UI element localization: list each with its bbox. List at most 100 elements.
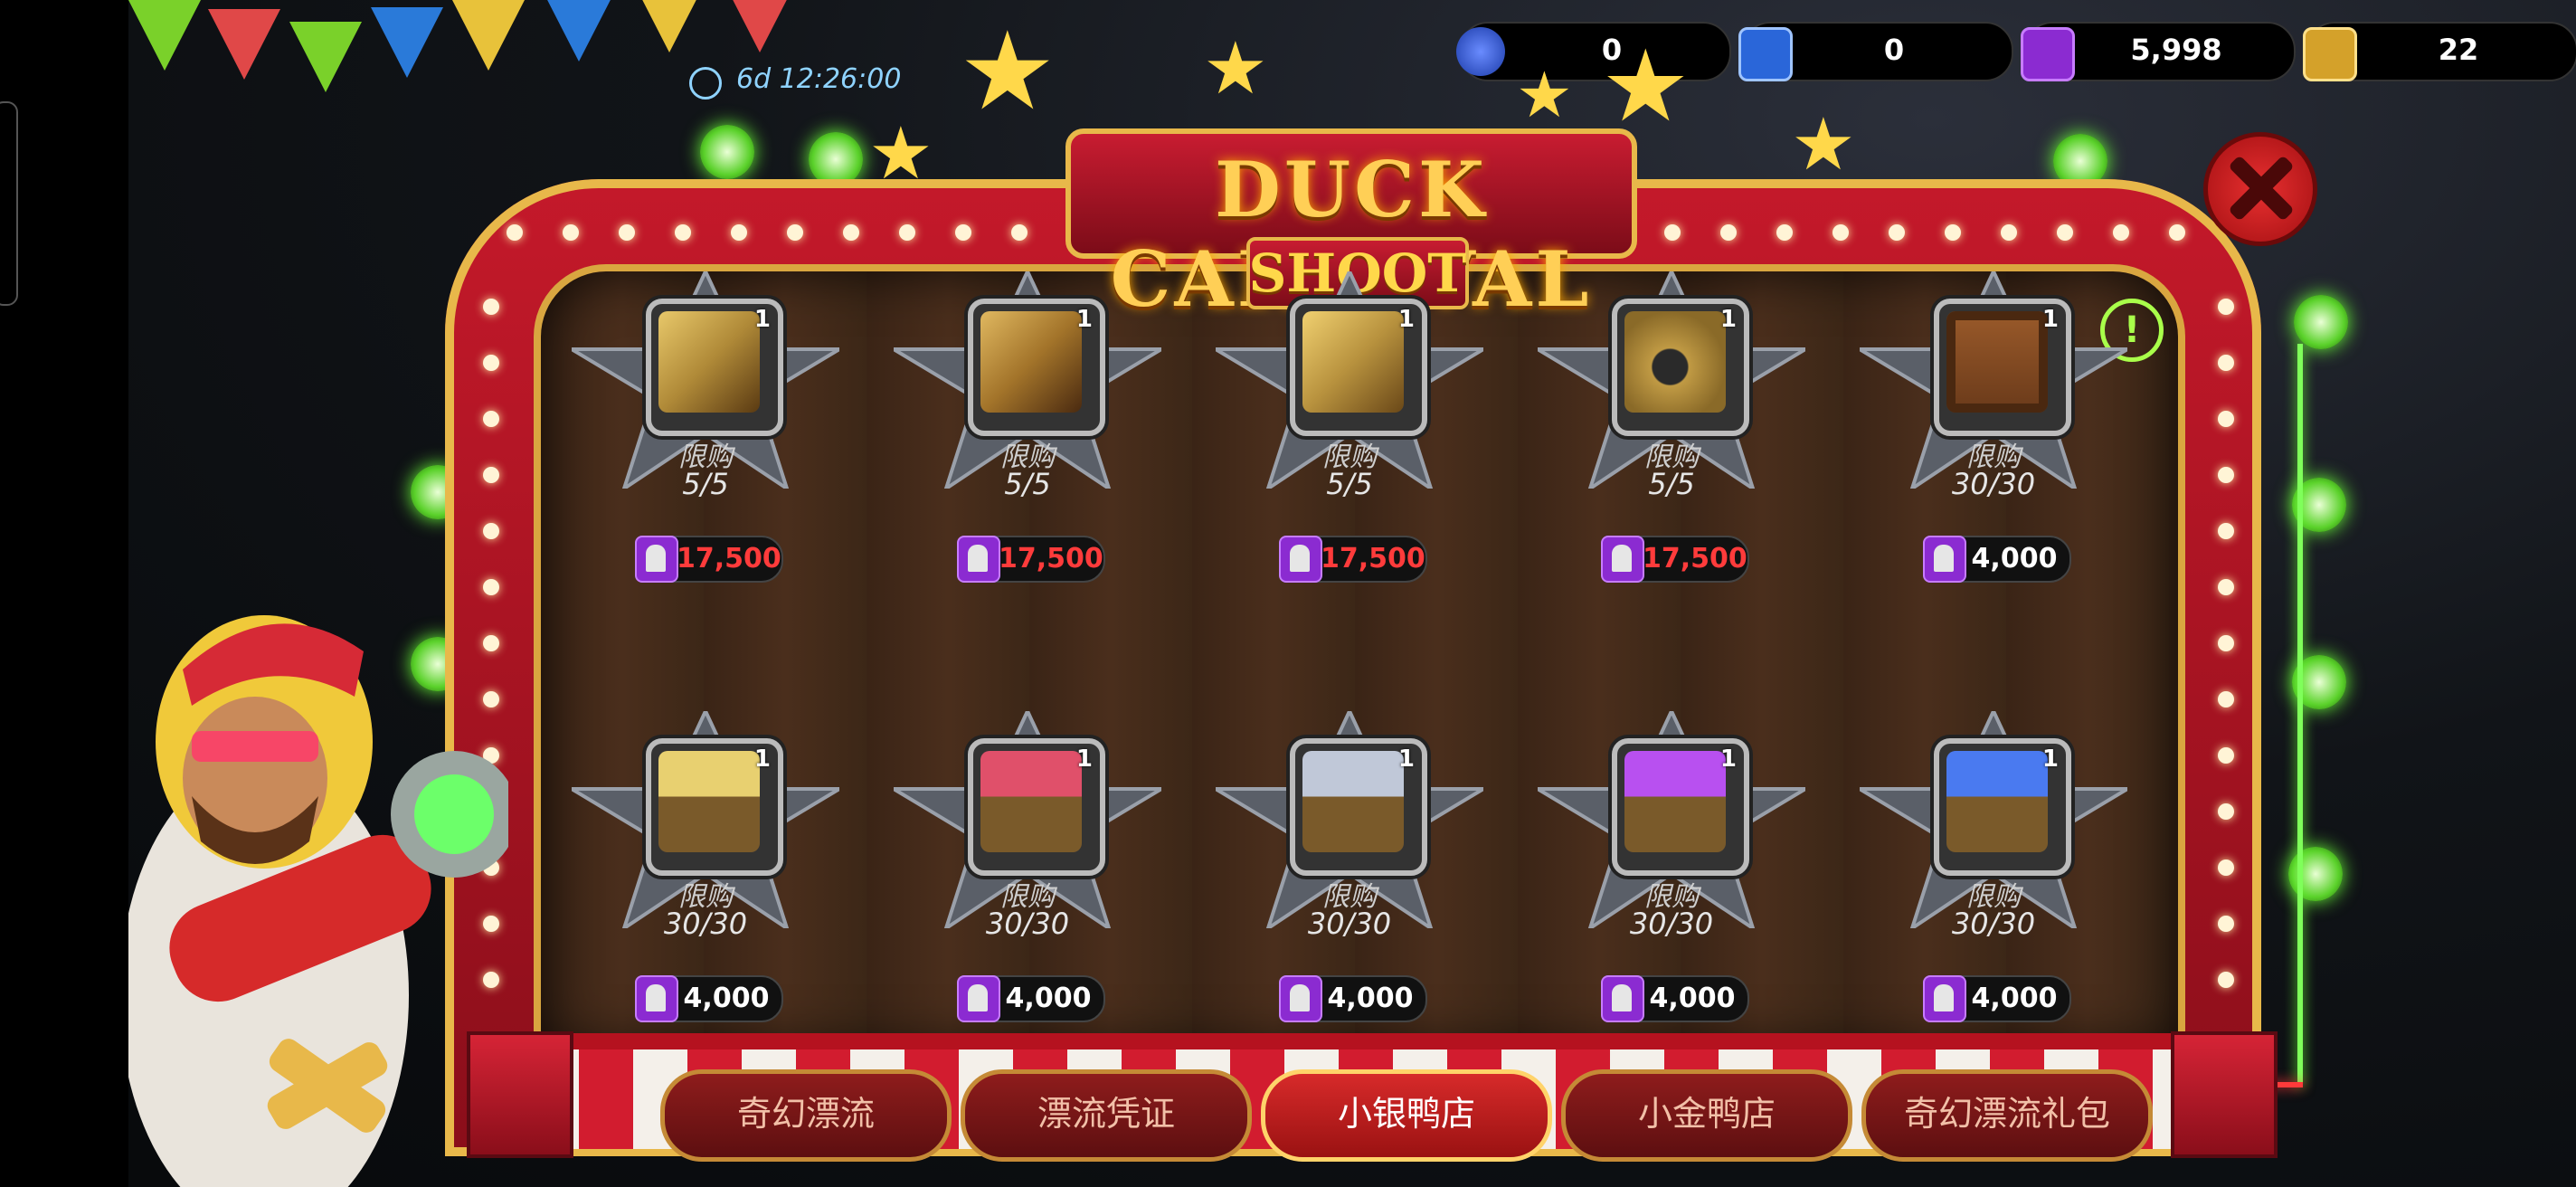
silver-duck-icon	[1279, 536, 1322, 583]
bunting-flag	[633, 0, 706, 52]
item-slot: 1	[968, 299, 1105, 436]
gold-blueprint-card-icon	[1302, 311, 1404, 413]
marquee-bulb	[2218, 355, 2234, 371]
currency-silver-duck[interactable]: 5,998	[2021, 22, 2296, 81]
green-light-bulb	[809, 132, 863, 186]
tab-bar-rail	[470, 1033, 2261, 1049]
price-value: 17,500	[1321, 543, 1425, 575]
marquee-bulb	[899, 224, 915, 241]
price-button[interactable]: 4,000	[1923, 975, 2071, 1022]
item-quantity: 1	[753, 745, 771, 773]
shop-item[interactable]: 1 限购 5/5 17,500	[894, 271, 1161, 583]
price-button[interactable]: 17,500	[1279, 536, 1427, 583]
price-button[interactable]: 4,000	[1601, 975, 1749, 1022]
bunting-flag	[208, 9, 280, 80]
currency-blue-orb[interactable]: 0	[1456, 22, 1731, 81]
blue-ticket-icon	[1738, 27, 1793, 81]
price-button[interactable]: 17,500	[1601, 536, 1749, 583]
tab-silver-duck-shop[interactable]: 小银鸭店	[1261, 1069, 1552, 1162]
close-button[interactable]	[2203, 132, 2317, 246]
marquee-bulb	[483, 355, 499, 371]
item-slot: 1	[1612, 738, 1749, 876]
bunting-flag	[543, 0, 615, 62]
side-handle[interactable]	[0, 101, 18, 306]
shop-item[interactable]: 1 限购 30/30 4,000	[1860, 711, 2127, 1022]
silver-duck-icon	[1601, 975, 1644, 1022]
marquee-bulb	[731, 224, 747, 241]
item-quantity: 1	[2041, 306, 2059, 333]
item-quantity: 1	[2041, 745, 2059, 773]
marquee-bulb	[563, 224, 579, 241]
item-quantity: 1	[753, 306, 771, 333]
shop-item[interactable]: 1 限购 5/5 17,500	[1538, 271, 1805, 583]
green-light-bulb	[2288, 847, 2343, 901]
marquee-bulb	[483, 467, 499, 483]
marquee-bulb	[2218, 579, 2234, 595]
tab-drift-voucher[interactable]: 漂流凭证	[961, 1069, 1252, 1162]
marquee-bulb	[2218, 411, 2234, 427]
purple-crystal-cart-icon	[1624, 751, 1726, 852]
star-decoration: ★	[868, 111, 933, 195]
bunting-flag	[724, 0, 796, 52]
game-scene: 6d 12:26:00 0 0 5,998 22 ★ ★ ★ ★ ★ ★ DUC…	[0, 0, 2576, 1187]
item-quantity: 1	[1075, 745, 1093, 773]
purchase-limit: 30/30	[1307, 907, 1392, 941]
item-slot: 1	[968, 738, 1105, 876]
price-button[interactable]: 4,000	[635, 975, 783, 1022]
blue-orb-icon	[1456, 27, 1505, 76]
shop-item[interactable]: 1 限购 30/30 4,000	[1538, 711, 1805, 1022]
gold-blueprint-card-icon	[658, 311, 760, 413]
tab-fantasy-drift[interactable]: 奇幻漂流	[660, 1069, 952, 1162]
silver-duck-icon	[635, 975, 678, 1022]
marquee-bulb	[2057, 224, 2073, 241]
price-value: 17,500	[1643, 543, 1747, 575]
silver-duck-icon	[635, 536, 678, 583]
currency-gold-duck[interactable]: 22	[2303, 22, 2576, 81]
marquee-bulb	[1720, 224, 1737, 241]
marquee-bulb	[483, 299, 499, 315]
price-button[interactable]: 4,000	[957, 975, 1105, 1022]
shop-item[interactable]: 1 限购 30/30 4,000	[1860, 271, 2127, 583]
item-quantity: 1	[1397, 306, 1415, 333]
silver-duck-icon	[1923, 536, 1966, 583]
marquee-bulb	[2218, 803, 2234, 820]
marquee-bulb	[483, 411, 499, 427]
shop-item[interactable]: 1 限购 30/30 4,000	[894, 711, 1161, 1022]
item-quantity: 1	[1075, 306, 1093, 333]
marquee-bulb	[619, 224, 635, 241]
gold-blueprint-card-icon	[980, 311, 1082, 413]
tab-gold-duck-shop[interactable]: 小金鸭店	[1561, 1069, 1852, 1162]
shop-item[interactable]: 1 限购 30/30 4,000	[572, 711, 839, 1022]
star-decoration: ★	[1203, 26, 1268, 110]
marquee-bulb	[2218, 747, 2234, 764]
gold-crystal-cart-icon	[658, 751, 760, 852]
price-button[interactable]: 17,500	[635, 536, 783, 583]
purchase-limit: 5/5	[1326, 467, 1373, 501]
marquee-bulb	[1664, 224, 1681, 241]
neon-tube	[2297, 344, 2303, 1086]
silver-duck-icon	[1279, 975, 1322, 1022]
bunting-flag	[452, 0, 525, 71]
silver-duck-icon	[957, 536, 1000, 583]
item-slot: 1	[1290, 738, 1427, 876]
tab-fantasy-drift-pack[interactable]: 奇幻漂流礼包	[1861, 1069, 2153, 1162]
shop-item[interactable]: 1 限购 5/5 17,500	[572, 271, 839, 583]
green-light-bulb	[700, 125, 754, 179]
silver-crystal-cart-icon	[1302, 751, 1404, 852]
price-button[interactable]: 17,500	[957, 536, 1105, 583]
letterbox-bar	[0, 0, 128, 1187]
item-slot: 1	[1290, 299, 1427, 436]
shop-item[interactable]: 1 限购 30/30 4,000	[1216, 711, 1483, 1022]
marquee-bulb	[2218, 972, 2234, 988]
shop-item[interactable]: 1 限购 5/5 17,500	[1216, 271, 1483, 583]
event-timer: 6d 12:26:00	[736, 63, 902, 95]
price-value: 17,500	[999, 543, 1103, 575]
price-button[interactable]: 4,000	[1279, 975, 1427, 1022]
bunting-flag	[371, 7, 443, 78]
right-pillar	[2171, 1031, 2278, 1158]
currency-blue-ticket[interactable]: 0	[1738, 22, 2013, 81]
bunting-flag	[289, 22, 362, 92]
price-button[interactable]: 4,000	[1923, 536, 2071, 583]
star-decoration: ★	[1791, 102, 1856, 186]
marquee-bulb	[507, 224, 523, 241]
